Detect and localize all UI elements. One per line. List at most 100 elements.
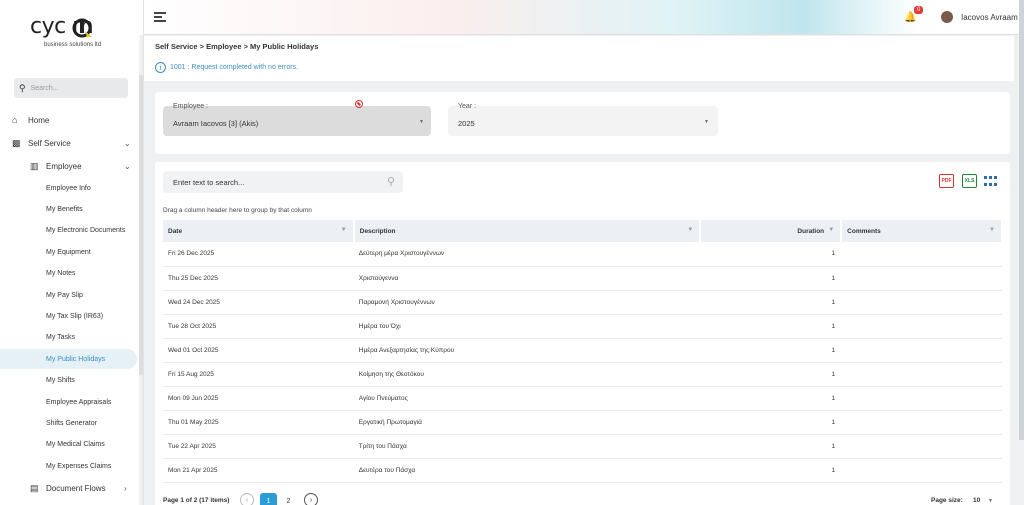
employee-value: Avraam Iacovos [3] (Akis) [173, 119, 259, 128]
page-button-1[interactable]: 1 [260, 493, 277, 505]
cell-duration: 1 [700, 266, 842, 291]
sidebar-search[interactable]: ⚲ Search... [14, 78, 128, 98]
prev-page-icon[interactable]: ‹ [240, 493, 254, 505]
notification-badge: 0 [914, 6, 924, 14]
table-row[interactable]: Mon 21 Apr 2025 Δευτέρα του Πάσχα 1 [163, 458, 1002, 483]
cell-comments [841, 290, 1002, 315]
grid-search-placeholder: Enter text to search... [173, 177, 245, 187]
sidebar-subitem[interactable]: Employee Info [0, 178, 137, 198]
caret-down-icon: ▼ [988, 498, 993, 504]
sidebar-subitem[interactable]: My Shifts [0, 371, 137, 391]
column-header-date[interactable]: Date ▼ [163, 220, 355, 242]
sidebar-subitem[interactable]: My Tax Slip (IR63) [0, 306, 137, 326]
sidebar-subitem[interactable]: My Equipment [0, 242, 137, 262]
cell-date: Tue 28 Oct 2025 [163, 314, 354, 339]
filter-icon[interactable]: ▼ [687, 227, 693, 233]
cell-description: Δευτέρα του Πάσχα [353, 458, 701, 483]
table-row[interactable]: Mon 09 Jun 2025 Αγίου Πνεύματος 1 [163, 386, 1002, 411]
sidebar-subitem[interactable]: My Expenses Claims [0, 456, 137, 476]
cell-date: Fri 15 Aug 2025 [163, 362, 354, 387]
column-label: Duration [797, 227, 825, 235]
logo-subtitle: business solutions ltd [44, 42, 102, 48]
cell-duration: 1 [700, 386, 842, 411]
user-name[interactable]: Iacovos Avraam [961, 13, 1018, 22]
chevron-right-icon: › [124, 483, 127, 493]
filter-icon[interactable]: ▼ [341, 227, 347, 233]
column-header-description[interactable]: Description ▼ [353, 220, 702, 242]
table-row[interactable]: Tue 22 Apr 2025 Τρίτη του Πάσχα 1 [163, 434, 1002, 459]
sidebar-item-document-flows[interactable]: ▤ Document Flows › [0, 480, 144, 496]
table-row[interactable]: Tue 28 Oct 2025 Ημέρα του Όχι 1 [163, 314, 1002, 339]
filter-panel: Employee : Avraam Iacovos [3] (Akis) ▼ Y… [155, 92, 1010, 154]
table-row[interactable]: Wed 24 Dec 2025 Παραμονή Χριστουγέννων 1 [163, 290, 1002, 315]
sidebar-subitem[interactable]: My Tasks [0, 328, 137, 348]
cell-comments [841, 362, 1002, 387]
sidebar-subitem[interactable]: Shifts Generator [0, 413, 137, 433]
cell-date: Mon 21 Apr 2025 [163, 458, 354, 483]
grid-search-input[interactable]: Enter text to search... ⚲ [163, 171, 403, 193]
sidebar-subitem[interactable]: My Electronic Documents [0, 221, 137, 241]
cell-comments [841, 386, 1002, 411]
sidebar-subitem[interactable]: My Notes [0, 264, 137, 284]
menu-toggle-icon[interactable] [154, 12, 166, 24]
next-page-icon[interactable]: › [304, 493, 318, 505]
sidebar-item-home[interactable]: ⌂ Home [0, 112, 144, 128]
search-icon: ⚲ [19, 82, 26, 93]
cell-description: Δεύτερη μέρα Χριστουγέννων [353, 242, 701, 267]
sidebar-search-placeholder: Search... [30, 84, 59, 92]
holidays-table: Date ▼ Description ▼ Duration ▼ Comments ▼ F… [163, 220, 1003, 483]
table-row[interactable]: Thu 25 Dec 2025 Χριστούγεννα 1 [163, 266, 1002, 291]
sidebar-subitem[interactable]: My Public Holidays [0, 349, 137, 370]
page-size-label: Page size: [931, 497, 963, 504]
search-icon: ⚲ [386, 176, 395, 188]
cell-description: Τρίτη του Πάσχα [353, 434, 701, 459]
document-icon: ▤ [30, 482, 39, 493]
cell-date: Wed 01 Oct 2025 [163, 338, 354, 363]
holidays-grid: Enter text to search... ⚲ PDF XLS Drag a… [155, 162, 1010, 505]
employee-select[interactable]: Employee : Avraam Iacovos [3] (Akis) ▼ [163, 100, 431, 136]
sidebar-subitem[interactable]: My Medical Claims [0, 435, 137, 455]
sidebar-scrollbar[interactable] [139, 35, 143, 505]
column-header-duration[interactable]: Duration ▼ [700, 220, 843, 242]
cell-duration: 1 [700, 362, 842, 387]
sidebar-subitem[interactable]: My Pay Slip [0, 285, 137, 305]
avatar[interactable] [941, 11, 953, 23]
table-row[interactable]: Fri 15 Aug 2025 Κοίμηση της Θεοτόκου 1 [163, 362, 1002, 387]
export-xls-button[interactable]: XLS [962, 174, 977, 188]
sidebar-subitem[interactable]: My Benefits [0, 199, 137, 219]
sidebar-item-employee[interactable]: ▥ Employee ⌄ [0, 158, 144, 174]
page-size-select[interactable]: 10 ▼ [973, 497, 993, 504]
cell-comments [841, 410, 1002, 435]
column-label: Date [168, 227, 183, 235]
cell-comments [841, 266, 1002, 291]
sidebar-item-self-service[interactable]: ▩ Self Service ⌄ [0, 135, 144, 151]
logo-mark-icon [72, 18, 92, 38]
sidebar-item-label: Home [28, 115, 50, 125]
column-label: Comments [847, 227, 881, 235]
cell-duration: 1 [700, 314, 842, 339]
filter-icon[interactable]: ▼ [989, 227, 995, 233]
filter-icon[interactable]: ▼ [828, 227, 834, 233]
year-label: Year : [458, 103, 477, 110]
page-scrollbar[interactable] [1019, 0, 1024, 440]
cell-date: Wed 24 Dec 2025 [163, 290, 354, 315]
column-chooser-icon[interactable] [983, 174, 998, 188]
cell-description: Εργατική Πρωτομαγιά [353, 410, 701, 435]
cell-duration: 1 [700, 458, 842, 483]
employee-icon: ▥ [30, 160, 39, 171]
sidebar-subitem[interactable]: Employee Appraisals [0, 392, 137, 412]
year-select[interactable]: Year : 2025 ▼ [448, 103, 718, 136]
column-header-comments[interactable]: Comments ▼ [841, 220, 1003, 242]
column-label: Description [359, 227, 396, 235]
cell-description: Χριστούγεννα [353, 266, 701, 291]
table-row[interactable]: Thu 01 May 2025 Εργατική Πρωτομαγιά 1 [163, 410, 1002, 435]
table-row[interactable]: Fri 26 Dec 2025 Δεύτερη μέρα Χριστουγέννω… [163, 242, 1002, 267]
cell-comments [841, 338, 1002, 363]
cell-date: Mon 09 Jun 2025 [163, 386, 354, 411]
not-allowed-icon [355, 100, 363, 108]
page-button-2[interactable]: 2 [280, 493, 297, 505]
cell-date: Thu 01 May 2025 [163, 410, 354, 435]
cell-comments [841, 434, 1002, 459]
export-pdf-button[interactable]: PDF [939, 174, 954, 188]
table-row[interactable]: Wed 01 Oct 2025 Ημέρα Ανεξαρτησίας της Κύ… [163, 338, 1002, 363]
